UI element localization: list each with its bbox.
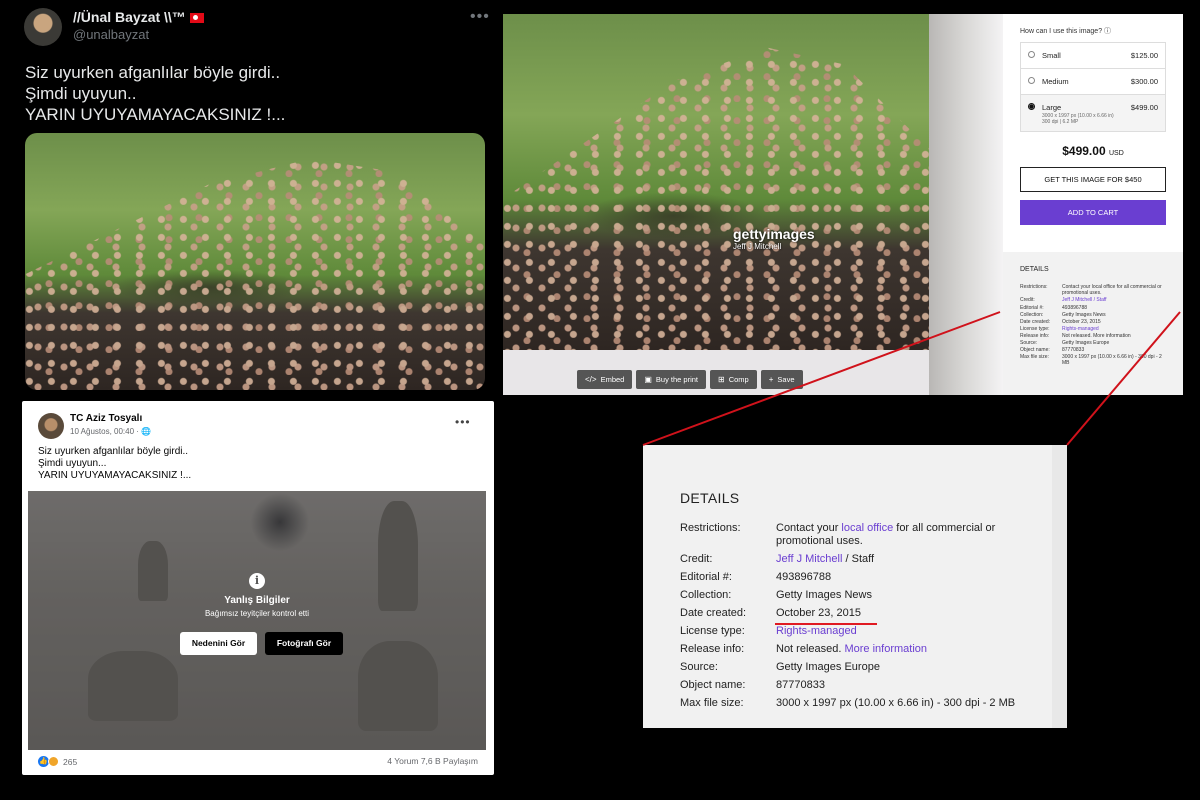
comp-button[interactable]: ⊞ Comp bbox=[710, 370, 757, 389]
radio-button[interactable] bbox=[1028, 77, 1035, 84]
fact-checked-label: Bağımsız teyitçiler kontrol etti bbox=[204, 609, 310, 618]
getty-photo[interactable] bbox=[503, 14, 929, 350]
credit-link[interactable]: Jeff J Mitchell bbox=[776, 553, 842, 565]
fb-post-text: Siz uyurken afganlılar böyle girdi.. Şim… bbox=[38, 446, 191, 482]
embed-button[interactable]: </> Embed bbox=[577, 370, 633, 389]
size-options: Small $125.00 Medium $300.00 Large $499.… bbox=[1020, 42, 1166, 132]
comp-icon: ⊞ bbox=[718, 375, 725, 384]
tweet-author-name-text: //Ünal Bayzat \\™ bbox=[73, 9, 186, 25]
plus-icon: + bbox=[768, 375, 774, 384]
more-options-icon[interactable]: ••• bbox=[470, 8, 490, 26]
reactions-summary[interactable]: 👍 265 bbox=[38, 756, 77, 767]
tweet-avatar[interactable] bbox=[24, 8, 62, 46]
radio-button-selected[interactable] bbox=[1028, 103, 1035, 110]
info-icon: i bbox=[249, 573, 265, 589]
zoomed-details-panel: DETAILS Restrictions: Contact your local… bbox=[643, 445, 1067, 728]
size-option-small[interactable]: Small $125.00 bbox=[1021, 43, 1165, 69]
rights-managed-link[interactable]: Rights-managed bbox=[776, 625, 1016, 638]
total-price: $499.00 USD bbox=[1062, 144, 1124, 158]
false-info-label: Yanlış Bilgiler bbox=[224, 595, 290, 606]
tweet-text: Siz uyurken afganlılar böyle girdi.. Şim… bbox=[25, 62, 285, 125]
local-office-link[interactable]: local office bbox=[841, 522, 893, 534]
add-to-cart-button[interactable]: ADD TO CART bbox=[1020, 200, 1166, 225]
radio-button[interactable] bbox=[1028, 51, 1035, 58]
see-photo-button[interactable]: Fotoğrafı Gör bbox=[265, 632, 343, 655]
purchase-sidebar: How can I use this image? ⓘ Small $125.0… bbox=[1003, 14, 1183, 395]
print-icon: ▣ bbox=[644, 375, 652, 384]
comments-shares-count[interactable]: 4 Yorum 7,6 B Paylaşım bbox=[387, 756, 478, 766]
watermark-credit: Jeff J Mitchell bbox=[733, 242, 782, 251]
tweet-panel: //Ünal Bayzat \\™ @unalbayzat ••• Siz uy… bbox=[0, 0, 500, 395]
fb-line: YARIN UYUYAMAYACAKSINIZ !... bbox=[38, 470, 192, 481]
image-toolbar: </> Embed ▣ Buy the print ⊞ Comp + Save bbox=[577, 370, 803, 389]
fb-blurred-media[interactable]: i Yanlış Bilgiler Bağımsız teyitçiler ko… bbox=[28, 491, 486, 750]
tweet-line: YARIN UYUYAMAYACAKSINIZ !... bbox=[25, 105, 286, 124]
tweet-handle[interactable]: @unalbayzat bbox=[73, 27, 149, 42]
see-why-button[interactable]: Nedenini Gör bbox=[180, 632, 257, 655]
facebook-post: TC Aziz Tosyalı 10 Ağustos, 00:40 · 🌐 ••… bbox=[22, 401, 494, 775]
watermark-text: gettyimages bbox=[733, 226, 815, 242]
details-heading: DETAILS bbox=[680, 490, 740, 506]
size-option-large[interactable]: Large $499.00 3000 x 1997 px (10.00 x 6.… bbox=[1021, 95, 1165, 131]
reaction-count: 265 bbox=[63, 756, 78, 767]
size-dimensions: 3000 x 1997 px (10.00 x 6.66 in) 300 dpi… bbox=[1042, 113, 1114, 125]
more-options-icon[interactable]: ••• bbox=[455, 415, 471, 429]
getty-watermark: gettyimages Jeff J Mitchell bbox=[733, 226, 815, 251]
details-heading: DETAILS bbox=[1020, 266, 1049, 273]
buy-print-button[interactable]: ▣ Buy the print bbox=[636, 370, 707, 389]
fb-line: Siz uyurken afganlılar böyle girdi.. bbox=[38, 446, 189, 457]
blur-overlay bbox=[28, 491, 486, 750]
fb-avatar[interactable] bbox=[38, 413, 64, 439]
tweet-line: Şimdi uyuyun.. bbox=[25, 84, 137, 103]
image-viewer: gettyimages Jeff J Mitchell </> Embed ▣ Bu… bbox=[503, 14, 1003, 395]
usage-question[interactable]: How can I use this image? ⓘ bbox=[1020, 26, 1111, 36]
save-button[interactable]: + Save bbox=[760, 370, 803, 389]
tweet-author-name[interactable]: //Ünal Bayzat \\™ bbox=[73, 9, 204, 25]
turkey-flag-icon bbox=[189, 13, 204, 23]
panel-edge bbox=[1052, 445, 1067, 728]
fb-post-date[interactable]: 10 Ağustos, 00:40 · 🌐 bbox=[70, 427, 151, 436]
tweet-line: Siz uyurken afganlılar böyle girdi.. bbox=[25, 63, 281, 82]
embed-icon: </> bbox=[585, 375, 597, 384]
fb-author-name[interactable]: TC Aziz Tosyalı bbox=[70, 413, 142, 424]
details-section: DETAILS Restrictions: Contact your local … bbox=[1003, 252, 1183, 395]
photo-blur-edge bbox=[929, 14, 1003, 395]
size-option-medium[interactable]: Medium $300.00 bbox=[1021, 69, 1165, 95]
getty-images-page: gettyimages Jeff J Mitchell </> Embed ▣ Bu… bbox=[503, 14, 1183, 395]
angry-icon bbox=[48, 756, 59, 767]
fb-line: Şimdi uyuyun... bbox=[38, 458, 107, 469]
more-information-link[interactable]: More information bbox=[844, 643, 927, 655]
tweet-image[interactable] bbox=[25, 133, 485, 390]
get-image-button[interactable]: GET THIS IMAGE FOR $450 bbox=[1020, 167, 1166, 192]
